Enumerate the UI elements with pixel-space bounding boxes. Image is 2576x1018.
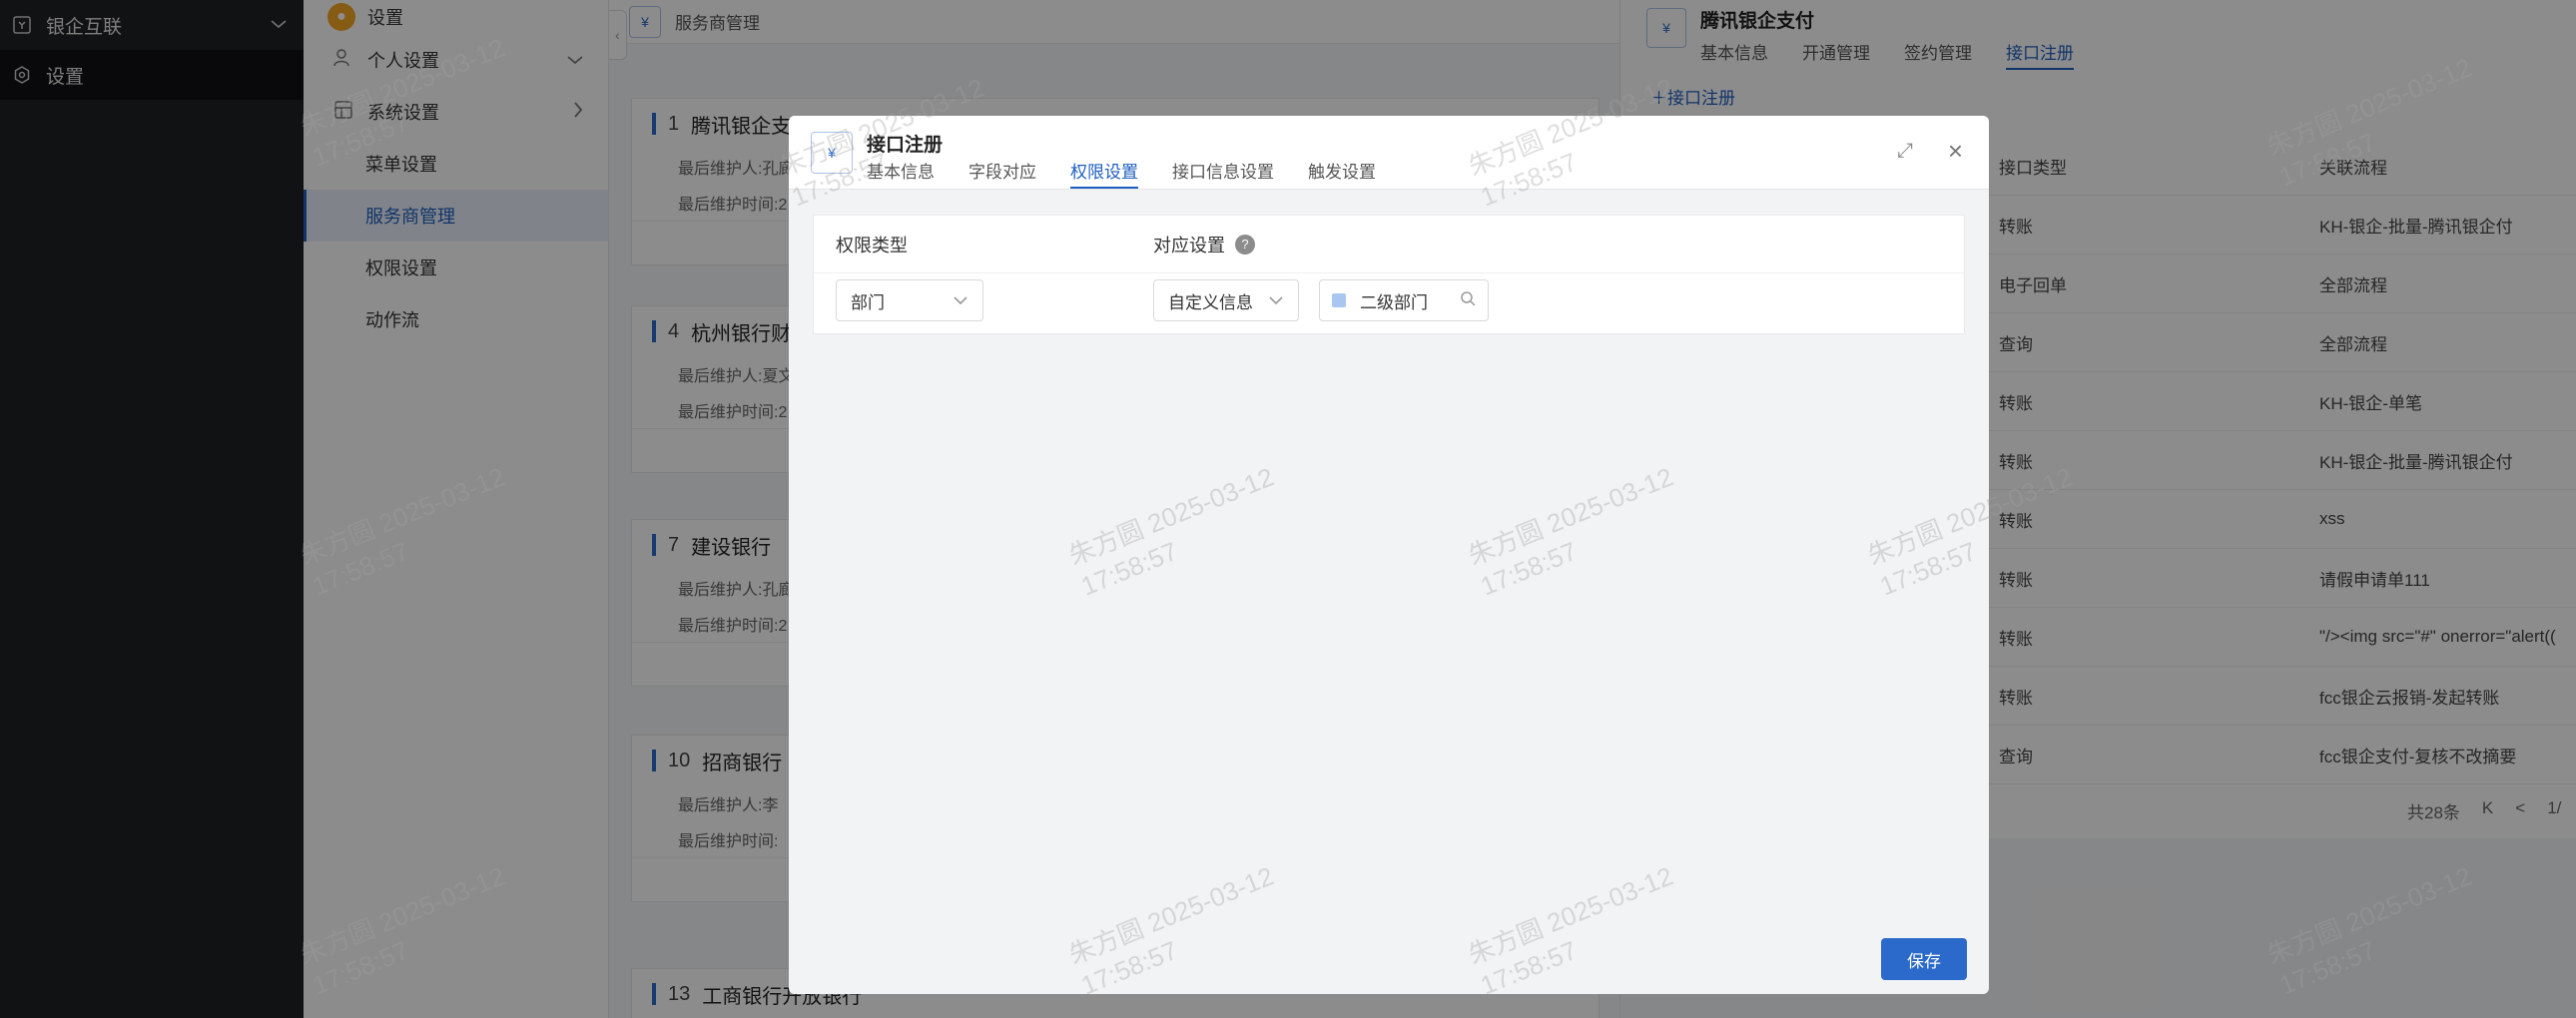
department-tag: 二级部门 [1360, 292, 1428, 312]
tab-trigger-settings[interactable]: 触发设置 [1308, 158, 1376, 189]
interface-registration-dialog: ¥ 接口注册 基本信息 字段对应 权限设置 接口信息设置 触发设置 ⤢ × 权限… [789, 116, 1989, 994]
tab-field-mapping[interactable]: 字段对应 [968, 158, 1036, 189]
tab-interface-info[interactable]: 接口信息设置 [1172, 158, 1274, 189]
mapping-header-label: 对应设置 [1153, 235, 1225, 255]
permission-panel: 权限类型 对应设置? 部门 自定义信息 二级部门 [813, 215, 1965, 334]
save-button[interactable]: 保存 [1881, 938, 1967, 980]
dialog-title: 接口注册 [867, 135, 944, 156]
expand-icon[interactable]: ⤢ [1897, 140, 1913, 163]
permission-type-value: 部门 [851, 292, 885, 312]
department-tag-icon [1332, 293, 1346, 307]
tab-permission-settings[interactable]: 权限设置 [1070, 158, 1138, 189]
dialog-header: ¥ 接口注册 基本信息 字段对应 权限设置 接口信息设置 触发设置 ⤢ × [789, 116, 1989, 190]
mapping-header: 对应设置? [1153, 232, 1255, 257]
tab-basic-info[interactable]: 基本信息 [867, 158, 935, 189]
mapping-select[interactable]: 自定义信息 [1153, 279, 1299, 321]
chevron-down-icon [1268, 292, 1284, 308]
close-icon[interactable]: × [1948, 136, 1963, 167]
permission-type-header: 权限类型 [836, 235, 908, 255]
search-icon[interactable] [1460, 290, 1476, 310]
permission-type-select[interactable]: 部门 [836, 279, 983, 321]
permission-panel-header: 权限类型 对应设置? [814, 216, 1964, 273]
provider-icon: ¥ [811, 132, 853, 174]
chevron-down-icon [953, 292, 968, 308]
department-picker[interactable]: 二级部门 [1319, 279, 1489, 321]
mapping-value: 自定义信息 [1168, 292, 1253, 312]
help-icon[interactable]: ? [1235, 234, 1255, 254]
dialog-tabs: 基本信息 字段对应 权限设置 接口信息设置 触发设置 [867, 158, 1376, 189]
